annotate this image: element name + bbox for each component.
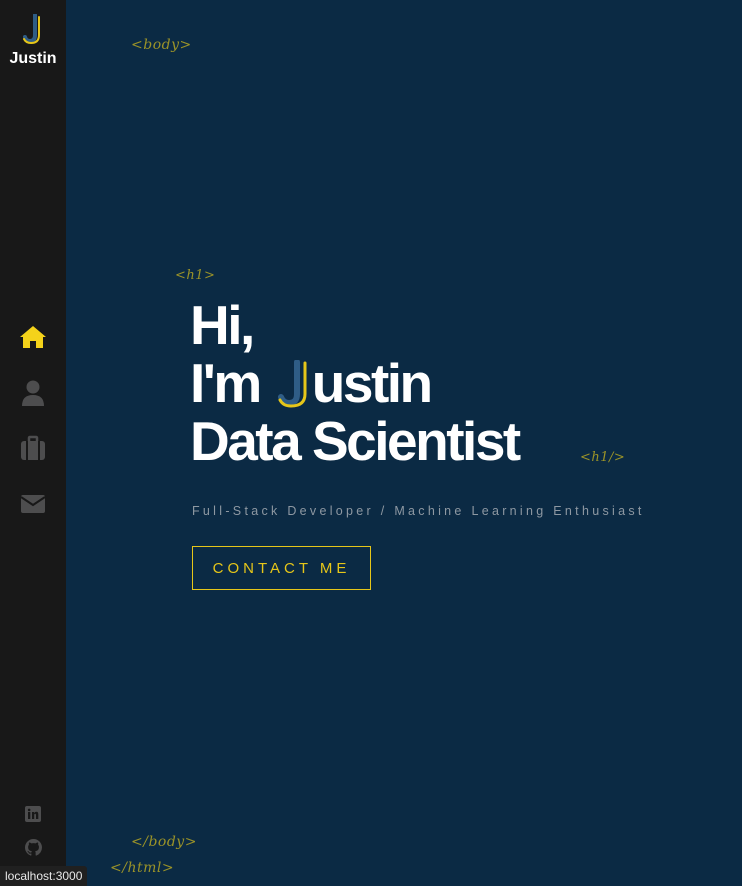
briefcase-icon: [21, 435, 45, 460]
linkedin-icon: [25, 806, 41, 822]
nav-home[interactable]: [17, 321, 49, 353]
status-bar-url: localhost:3000: [0, 866, 88, 886]
user-icon: [22, 380, 44, 406]
nav-about[interactable]: [17, 377, 49, 409]
big-j-logo-icon: [277, 360, 307, 408]
hero-headline: Hi, I'm ustin Data Scientist: [190, 294, 521, 472]
contact-me-button[interactable]: CONTACT ME: [192, 546, 371, 590]
headline-im: I'm: [190, 352, 262, 414]
sidebar: Justin: [0, 0, 66, 886]
envelope-icon: [20, 495, 46, 513]
logo-j-icon: [23, 14, 40, 44]
hero-subtitle: Full-Stack Developer / Machine Learning …: [192, 503, 645, 518]
headline-greeting: Hi,: [190, 294, 255, 356]
nav-contact[interactable]: [17, 488, 49, 520]
logo-name: Justin: [9, 50, 57, 67]
github-icon: [24, 838, 42, 856]
headline-role: Data Scientist: [190, 410, 521, 472]
linkedin-link[interactable]: [24, 805, 42, 823]
h1-open-tag: <h1>: [175, 268, 216, 283]
html-close-tag: </html>: [110, 860, 175, 876]
headline-name-rest: ustin: [311, 352, 433, 414]
logo-link[interactable]: Justin: [0, 14, 66, 68]
home-icon: [20, 326, 46, 348]
headline-name-line: I'm ustin: [190, 354, 519, 412]
body-close-tag: </body>: [131, 834, 197, 850]
github-link[interactable]: [24, 838, 42, 856]
h1-close-tag: <h1/>: [580, 450, 626, 465]
body-open-tag: <body>: [131, 37, 192, 53]
nav-portfolio[interactable]: [17, 432, 49, 464]
